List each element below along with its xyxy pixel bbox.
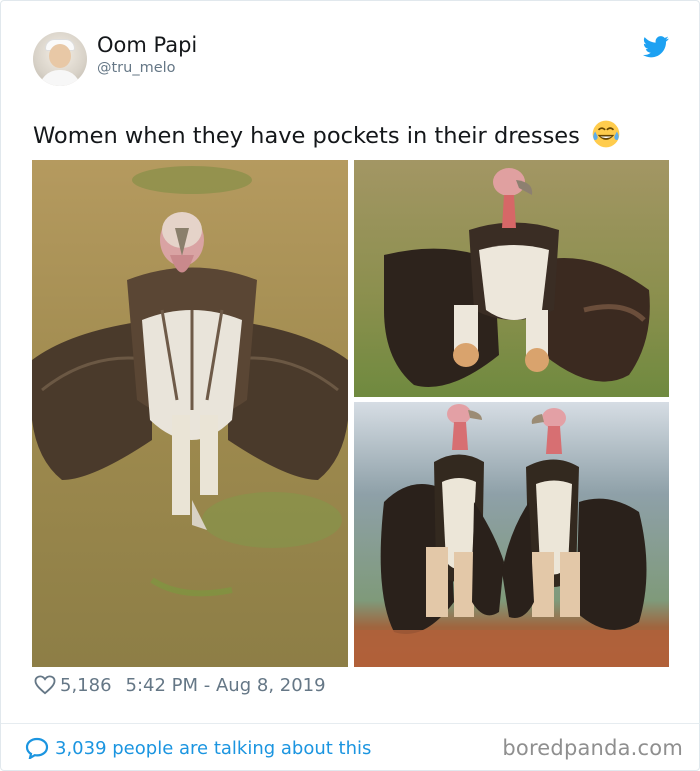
tweet-text-content: Women when they have pockets in their dr… xyxy=(33,123,580,149)
twitter-bird-icon[interactable] xyxy=(642,36,670,58)
author-handle[interactable]: @tru_melo xyxy=(97,60,176,76)
tweet-timestamp[interactable]: 5:42 PM - Aug 8, 2019 xyxy=(126,675,326,696)
like-count[interactable]: 5,186 xyxy=(60,675,112,696)
avatar[interactable] xyxy=(33,32,87,86)
conversation-link[interactable]: 3,039 people are talking about this xyxy=(25,736,371,760)
speech-bubble-icon xyxy=(25,737,49,759)
face-with-tears-of-joy-icon xyxy=(592,120,620,148)
vulture-spread-wings-photo[interactable] xyxy=(32,160,348,667)
author-display-name[interactable]: Oom Papi xyxy=(97,33,197,57)
conversation-link-text[interactable]: 3,039 people are talking about this xyxy=(55,738,371,759)
two-vultures-photo[interactable] xyxy=(354,402,669,667)
vulture-wings-open-photo[interactable] xyxy=(354,160,669,397)
heart-icon[interactable] xyxy=(34,675,56,695)
tweet-card: Oom Papi @tru_melo Women when they have … xyxy=(0,0,700,771)
tweet-text: Women when they have pockets in their dr… xyxy=(33,119,621,149)
watermark: boredpanda.com xyxy=(502,736,683,760)
divider xyxy=(1,723,700,724)
tweet-meta: 5,186 5:42 PM - Aug 8, 2019 xyxy=(34,673,326,697)
